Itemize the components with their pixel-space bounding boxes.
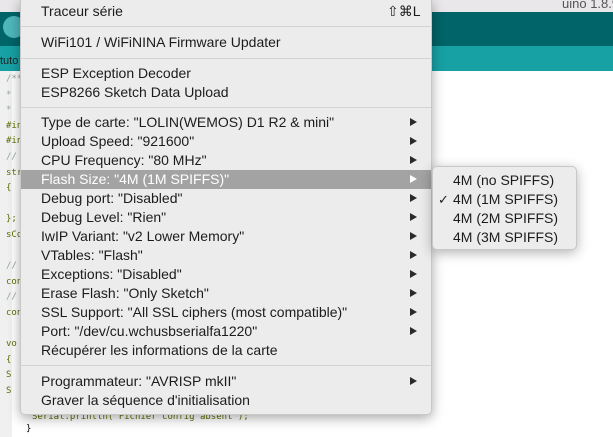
menu-item-upload-speed[interactable]: Upload Speed: "921600" [21, 132, 431, 151]
submenu-arrow-icon [410, 137, 417, 145]
menu-item-label: ESP Exception Decoder [41, 65, 191, 81]
menu-item-label: Upload Speed: "921600" [41, 133, 195, 149]
menu-separator [21, 26, 431, 27]
menu-item-label: Programmateur: "AVRISP mkII" [41, 373, 237, 389]
menu-item-label: Type de carte: "LOLIN(WEMOS) D1 R2 & min… [41, 114, 335, 130]
code-line: // [6, 261, 17, 272]
submenu-arrow-icon [410, 308, 417, 316]
menu-item-label: ESP8266 Sketch Data Upload [41, 84, 229, 100]
menu-item-label: Graver la séquence d'initialisation [41, 392, 250, 408]
submenu-item-label: 4M (3M SPIFFS) [453, 229, 559, 245]
menu-item-flash-size[interactable]: Flash Size: "4M (1M SPIFFS)" [21, 170, 431, 189]
menu-item-label: Exceptions: "Disabled" [41, 266, 182, 282]
menu-item-label: CPU Frequency: "80 MHz" [41, 152, 207, 168]
menu-item-label: Debug port: "Disabled" [41, 190, 183, 206]
submenu-item-4m-2m-spiffs[interactable]: 4M (2M SPIFFS) [433, 209, 576, 228]
code-line: vo [6, 339, 17, 350]
submenu-item-label: 4M (no SPIFFS) [453, 172, 555, 188]
menu-item-exceptions[interactable]: Exceptions: "Disabled" [21, 265, 431, 284]
menu-separator [21, 58, 431, 59]
tools-menu: Traceur série ⇧⌘L WiFi101 / WiFiNINA Fir… [20, 0, 432, 415]
code-line: }; [6, 214, 17, 225]
submenu-arrow-icon [410, 175, 417, 183]
submenu-arrow-icon [410, 327, 417, 335]
code-line: * [6, 89, 12, 100]
submenu-arrow-icon [410, 289, 417, 297]
menu-item-label: Debug Level: "Rien" [41, 209, 167, 225]
code-line: // [6, 292, 17, 303]
menu-separator [21, 107, 431, 108]
submenu-item-label: 4M (1M SPIFFS) [453, 191, 559, 207]
menu-item-label: SSL Support: "All SSL ciphers (most comp… [41, 304, 348, 320]
menu-item-erase-flash[interactable]: Erase Flash: "Only Sketch" [21, 284, 431, 303]
menu-item-port[interactable]: Port: "/dev/cu.wchusbserialfa1220" [21, 322, 431, 341]
menu-item-debug-port[interactable]: Debug port: "Disabled" [21, 189, 431, 208]
code-line: S [6, 370, 12, 381]
submenu-item-4m-3m-spiffs[interactable]: 4M (3M SPIFFS) [433, 228, 576, 247]
menu-item-label: IwIP Variant: "v2 Lower Memory" [41, 228, 245, 244]
submenu-arrow-icon [410, 213, 417, 221]
menu-item-label: Erase Flash: "Only Sketch" [41, 285, 209, 301]
menu-item-ssl-support[interactable]: SSL Support: "All SSL ciphers (most comp… [21, 303, 431, 322]
menu-item-label: Récupérer les informations de la carte [41, 342, 278, 358]
menu-item-debug-level[interactable]: Debug Level: "Rien" [21, 208, 431, 227]
menu-item-cpu-frequency[interactable]: CPU Frequency: "80 MHz" [21, 151, 431, 170]
sketch-tab[interactable]: tuto [0, 55, 18, 67]
submenu-item-4m-1m-spiffs[interactable]: ✓ 4M (1M SPIFFS) [433, 190, 576, 209]
submenu-arrow-icon [410, 377, 417, 385]
code-line: { [6, 183, 12, 194]
checkmark-icon: ✓ [438, 192, 449, 207]
submenu-arrow-icon [410, 232, 417, 240]
menu-item-label: WiFi101 / WiFiNINA Firmware Updater [41, 34, 281, 50]
submenu-arrow-icon [410, 194, 417, 202]
menu-item-vtables[interactable]: VTables: "Flash" [21, 246, 431, 265]
submenu-item-4m-no-spiffs[interactable]: 4M (no SPIFFS) [433, 171, 576, 190]
menu-item-label: VTables: "Flash" [41, 247, 143, 263]
submenu-arrow-icon [410, 251, 417, 259]
menu-item-lwip-variant[interactable]: IwIP Variant: "v2 Lower Memory" [21, 227, 431, 246]
menu-item-firmware-updater[interactable]: WiFi101 / WiFiNINA Firmware Updater [21, 33, 431, 52]
submenu-arrow-icon [410, 270, 417, 278]
code-line: S [6, 386, 12, 396]
menu-separator [21, 365, 431, 366]
submenu-arrow-icon [410, 156, 417, 164]
menu-item-label: Flash Size: "4M (1M SPIFFS)" [41, 171, 230, 187]
flash-size-submenu: 4M (no SPIFFS) ✓ 4M (1M SPIFFS) 4M (2M S… [432, 166, 577, 250]
window-title: uino 1.8.9 [562, 0, 613, 11]
menu-item-label: Port: "/dev/cu.wchusbserialfa1220" [41, 323, 258, 339]
code-line: } [26, 424, 32, 434]
code-line: { [6, 354, 12, 365]
menu-item-programmer[interactable]: Programmateur: "AVRISP mkII" [21, 372, 431, 391]
submenu-item-label: 4M (2M SPIFFS) [453, 210, 559, 226]
menu-item-sketch-data-upload[interactable]: ESP8266 Sketch Data Upload [21, 83, 431, 102]
menu-item-burn-bootloader[interactable]: Graver la séquence d'initialisation [21, 391, 431, 410]
menu-item-board-type[interactable]: Type de carte: "LOLIN(WEMOS) D1 R2 & min… [21, 113, 431, 132]
menu-item-exception-decoder[interactable]: ESP Exception Decoder [21, 64, 431, 83]
submenu-arrow-icon [410, 118, 417, 126]
code-line: // [6, 152, 17, 162]
menu-item-serial-plotter[interactable]: Traceur série ⇧⌘L [21, 2, 431, 21]
code-line: * [6, 105, 12, 116]
menu-item-label: Traceur série [41, 3, 123, 19]
menu-item-board-info[interactable]: Récupérer les informations de la carte [21, 341, 431, 360]
shortcut-label: ⇧⌘L [387, 3, 421, 19]
